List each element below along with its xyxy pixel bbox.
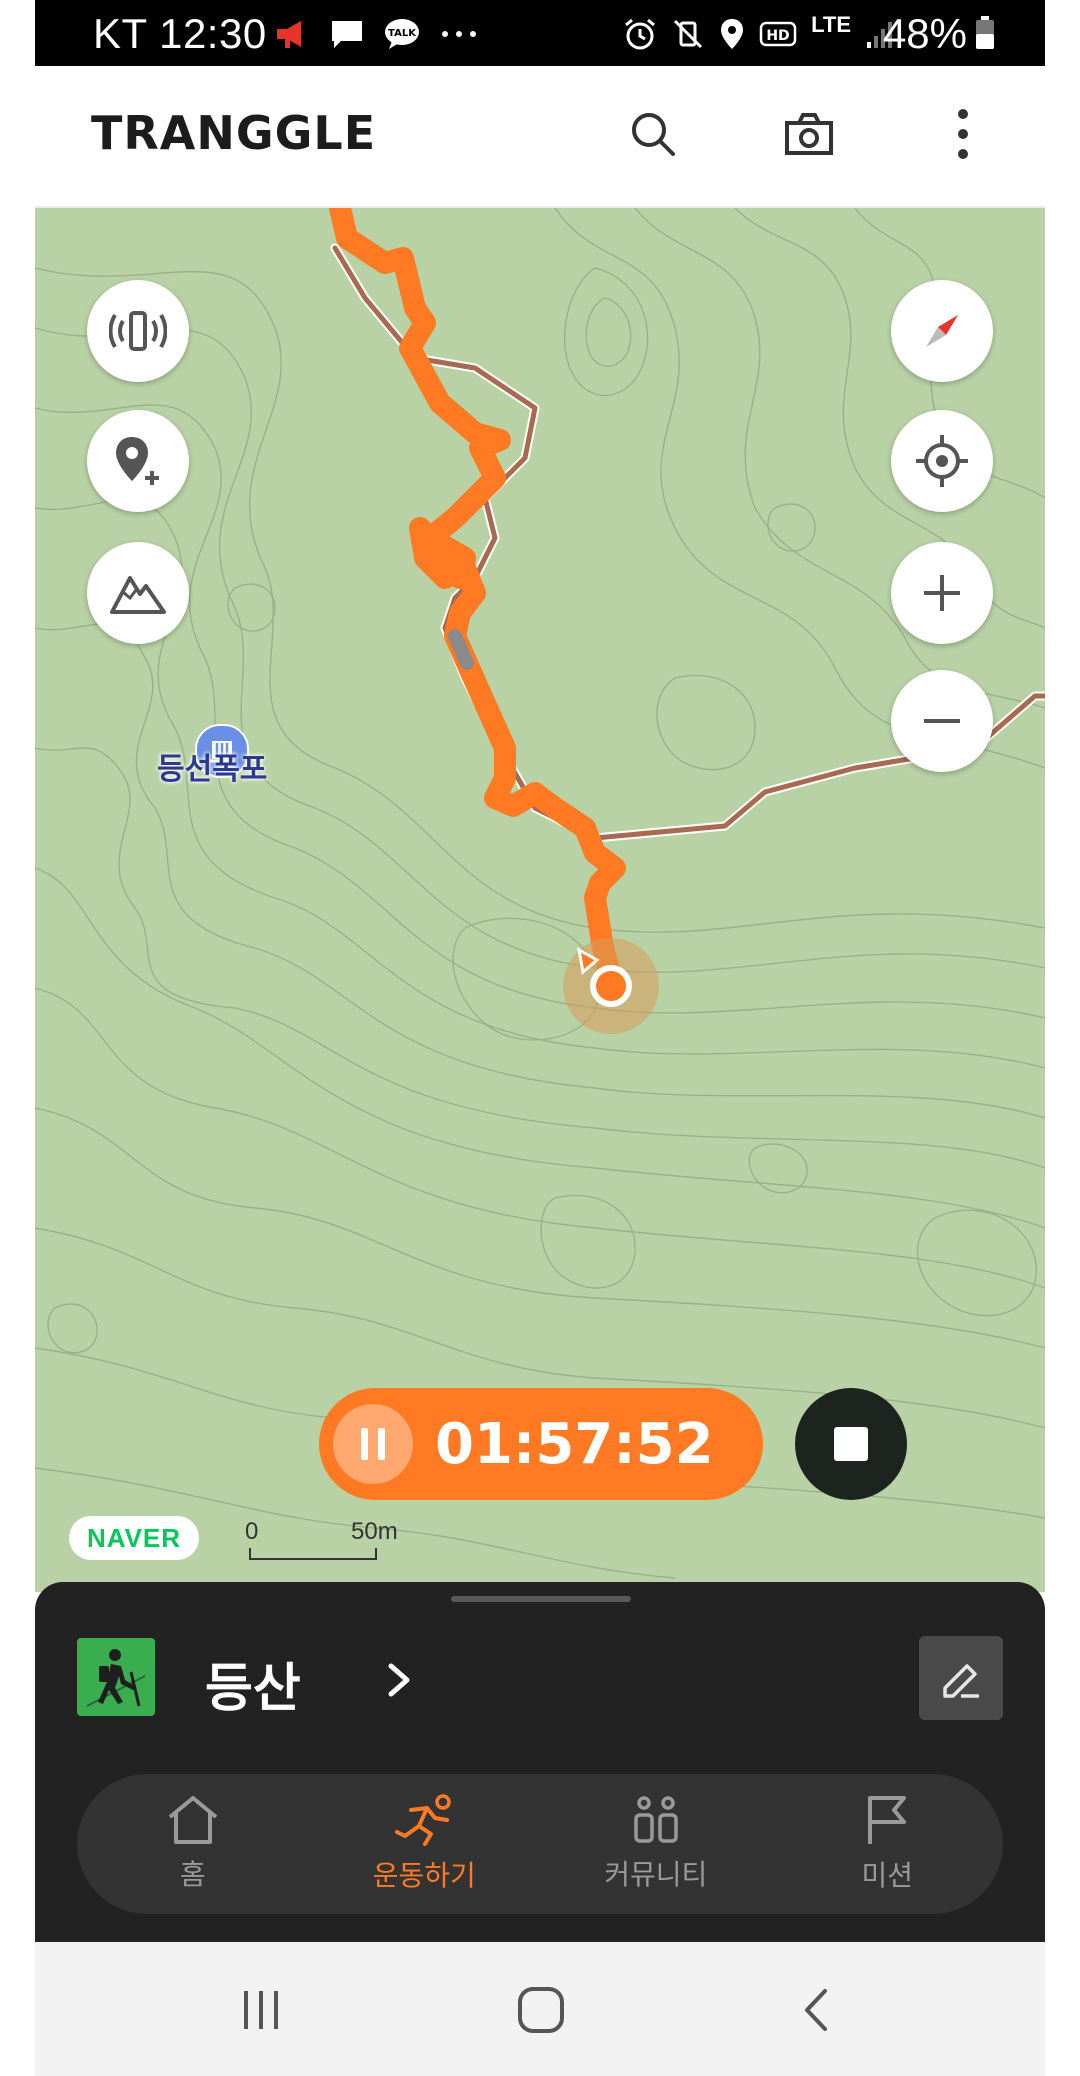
add-pin-icon bbox=[116, 437, 159, 485]
pause-button[interactable] bbox=[333, 1404, 413, 1484]
back-button[interactable] bbox=[787, 1980, 847, 2040]
mute-vibrate-icon bbox=[674, 19, 703, 49]
search-icon bbox=[632, 113, 675, 156]
stop-button[interactable] bbox=[795, 1388, 907, 1500]
mountain-icon bbox=[110, 576, 166, 614]
add-waypoint-button[interactable] bbox=[87, 410, 189, 512]
zoom-out-button[interactable] bbox=[891, 670, 993, 772]
mountain-button[interactable] bbox=[87, 542, 189, 644]
more-notifications-icon bbox=[442, 31, 476, 37]
flag-icon bbox=[868, 1796, 907, 1844]
app-header: TRANGGLE bbox=[35, 66, 1045, 208]
battery-percent: 48% bbox=[882, 10, 967, 57]
nav-item-workout[interactable]: 운동하기 bbox=[309, 1774, 541, 1914]
battery-icon bbox=[976, 16, 994, 49]
camera-icon bbox=[785, 113, 833, 155]
pencil-icon bbox=[943, 1664, 979, 1698]
zoom-in-button[interactable] bbox=[891, 542, 993, 644]
home-circle-icon bbox=[518, 1987, 564, 2033]
poi-label[interactable]: 등선폭포 bbox=[157, 744, 267, 788]
hiker-icon bbox=[86, 1649, 146, 1707]
status-bar: KT 12:30 TALK HD LTE 48% bbox=[35, 0, 1045, 66]
notification-icons: TALK bbox=[275, 14, 479, 54]
nav-label-mission: 미션 bbox=[861, 1860, 914, 1891]
message-icon bbox=[332, 21, 362, 48]
map-view[interactable]: 등선폭포 01:57:52 NAVER 0 50m bbox=[35, 208, 1045, 1592]
activity-sheet: 등산 홈 운동하기 커뮤니티 미션 bbox=[35, 1582, 1045, 1942]
scale-bar bbox=[249, 1548, 377, 1560]
back-icon bbox=[805, 1989, 827, 2031]
system-navigation-bar bbox=[35, 1942, 1045, 2076]
beacon-icon bbox=[109, 311, 167, 351]
search-button[interactable] bbox=[621, 102, 685, 166]
crosshair-icon bbox=[916, 435, 968, 487]
chevron-right-icon[interactable] bbox=[379, 1660, 419, 1700]
compass-button[interactable] bbox=[891, 280, 993, 382]
home-system-button[interactable] bbox=[511, 1980, 571, 2040]
my-location-button[interactable] bbox=[891, 410, 993, 512]
carrier-time: KT 12:30 bbox=[93, 10, 267, 57]
camera-button[interactable] bbox=[777, 102, 841, 166]
minus-icon bbox=[924, 719, 960, 723]
nav-label-community: 커뮤니티 bbox=[604, 1859, 708, 1890]
svg-text:TALK: TALK bbox=[388, 28, 417, 39]
nav-item-community[interactable]: 커뮤니티 bbox=[540, 1774, 772, 1914]
current-location-marker bbox=[563, 938, 659, 1034]
nav-label-home: 홈 bbox=[179, 1859, 206, 1890]
svg-text:HD: HD bbox=[766, 28, 789, 44]
activity-label[interactable]: 등산 bbox=[205, 1646, 301, 1721]
stop-icon bbox=[834, 1427, 868, 1461]
naver-attribution[interactable]: NAVER bbox=[69, 1516, 199, 1560]
edit-button[interactable] bbox=[919, 1636, 1003, 1720]
alarm-icon bbox=[625, 18, 656, 50]
elapsed-time: 01:57:52 bbox=[435, 1412, 714, 1477]
more-button[interactable] bbox=[931, 102, 995, 166]
location-icon bbox=[721, 19, 744, 49]
network-type: LTE bbox=[811, 12, 851, 37]
app-logo: TRANGGLE bbox=[91, 106, 377, 160]
home-icon bbox=[168, 1796, 218, 1844]
plus-icon bbox=[924, 575, 960, 611]
scale-start-label: 0 bbox=[245, 1518, 259, 1545]
community-icon bbox=[634, 1796, 678, 1843]
recording-timer: 01:57:52 bbox=[319, 1388, 763, 1500]
megaphone-icon bbox=[277, 21, 301, 48]
nav-item-home[interactable]: 홈 bbox=[77, 1774, 309, 1914]
pause-icon bbox=[361, 1428, 385, 1460]
compass-icon bbox=[926, 315, 958, 347]
scale-end-label: 50m bbox=[351, 1518, 398, 1545]
app-frame: KT 12:30 TALK HD LTE 48% TRANGGLE 등선폭포 0… bbox=[35, 0, 1045, 2076]
system-icons: HD LTE bbox=[623, 14, 895, 54]
nav-item-mission[interactable]: 미션 bbox=[772, 1774, 1004, 1914]
hd-voice-icon: HD bbox=[759, 21, 797, 47]
sheet-handle[interactable] bbox=[451, 1596, 631, 1602]
nav-label-workout: 운동하기 bbox=[372, 1860, 476, 1891]
activity-type-button[interactable] bbox=[77, 1638, 155, 1716]
topographic-map bbox=[35, 208, 1045, 1579]
more-icon bbox=[958, 109, 968, 159]
talk-icon: TALK bbox=[385, 19, 419, 49]
running-icon bbox=[395, 1794, 451, 1846]
bottom-navigation: 홈 운동하기 커뮤니티 미션 bbox=[77, 1774, 1003, 1914]
recent-apps-button[interactable] bbox=[231, 1980, 291, 2040]
beacon-button[interactable] bbox=[87, 280, 189, 382]
recent-apps-icon bbox=[244, 1991, 278, 2029]
